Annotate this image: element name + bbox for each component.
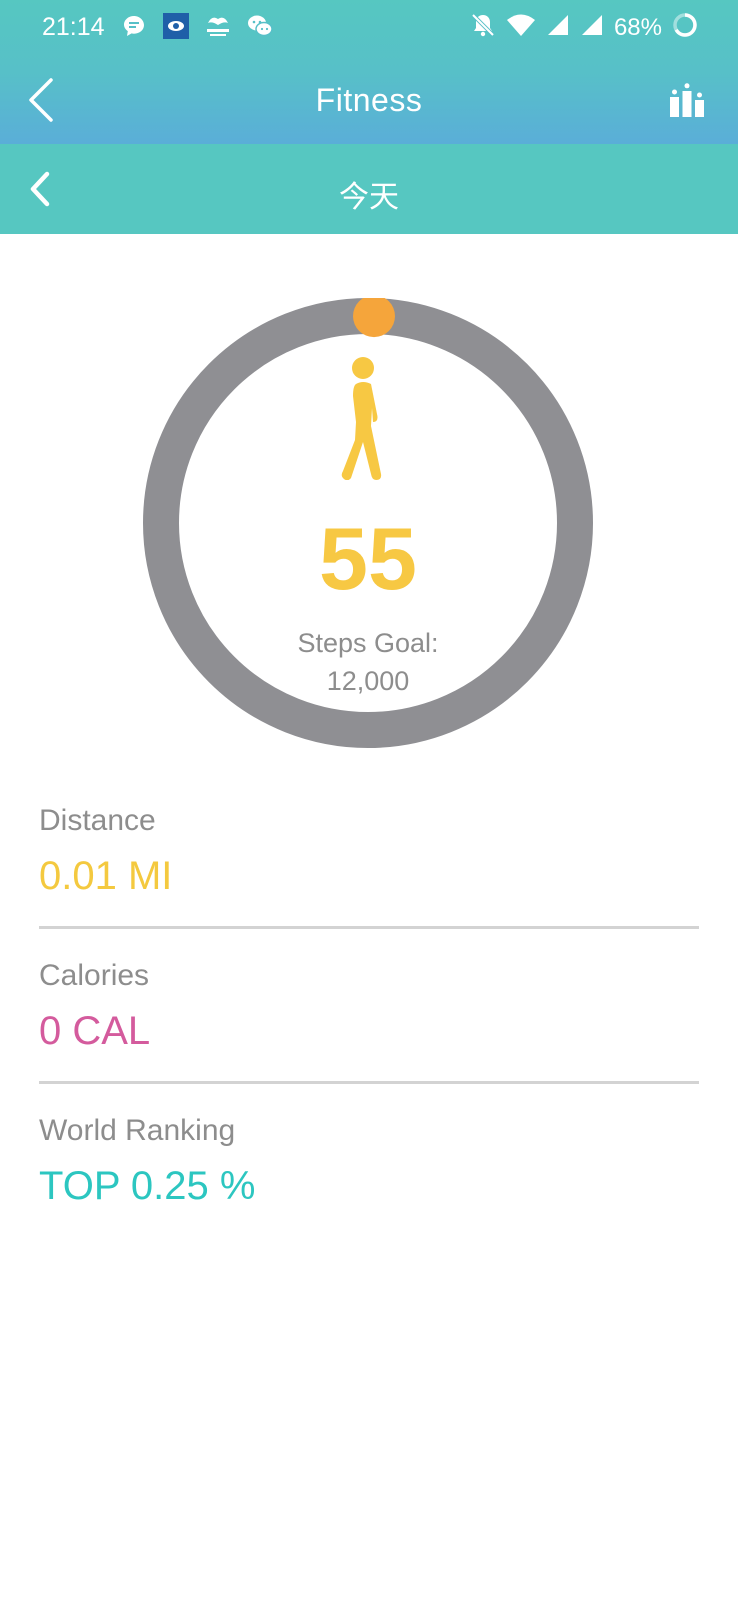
steps-goal-value: 12,000 [326,666,410,696]
steps-goal: Steps Goal: 12,000 [143,624,593,700]
title-bar: Fitness [0,56,738,144]
podium-icon [670,83,704,117]
steps-goal-label: Steps Goal: [297,628,439,658]
divider [39,1081,699,1084]
signal-icon [546,13,570,42]
battery-percentage: 68% [613,13,662,41]
notification-icons [120,12,274,40]
stat-distance: Distance 0.01 MI [39,796,699,951]
stat-calories: Calories 0 CAL [39,951,699,1106]
chat-bubble-icon [120,12,148,40]
stat-label: Distance [39,804,156,837]
news-icon [204,12,232,40]
wechat-icon [246,12,274,40]
stat-value: 0 CAL [39,1009,151,1053]
status-time: 21:14 [42,13,105,41]
walking-person-icon [341,357,382,480]
stat-value: TOP 0.25 % [39,1164,256,1208]
signal-icon [580,13,604,42]
stats-list: Distance 0.01 MI Calories 0 CAL World Ra… [39,796,699,1261]
system-status: 68% [470,12,698,43]
app-icon [162,12,190,40]
notifications-muted-icon [470,12,496,43]
stat-label: World Ranking [39,1114,236,1147]
battery-ring-icon [672,12,698,43]
stat-value: 0.01 MI [39,854,173,898]
stat-label: Calories [39,959,150,992]
date-label: 今天 [339,181,399,214]
steps-progress-ring: 55 Steps Goal: 12,000 [143,298,593,748]
date-navigation: 今天 [0,144,738,234]
status-bar: 21:14 68% [0,0,738,56]
app-header: 21:14 68% Fitness [0,0,738,144]
divider [39,926,699,929]
steps-count: 55 [319,509,417,608]
stat-world-ranking: World Ranking TOP 0.25 % [39,1106,699,1261]
page-title: Fitness [315,82,423,118]
ranking-button[interactable] [666,80,708,122]
wifi-icon [506,13,536,42]
